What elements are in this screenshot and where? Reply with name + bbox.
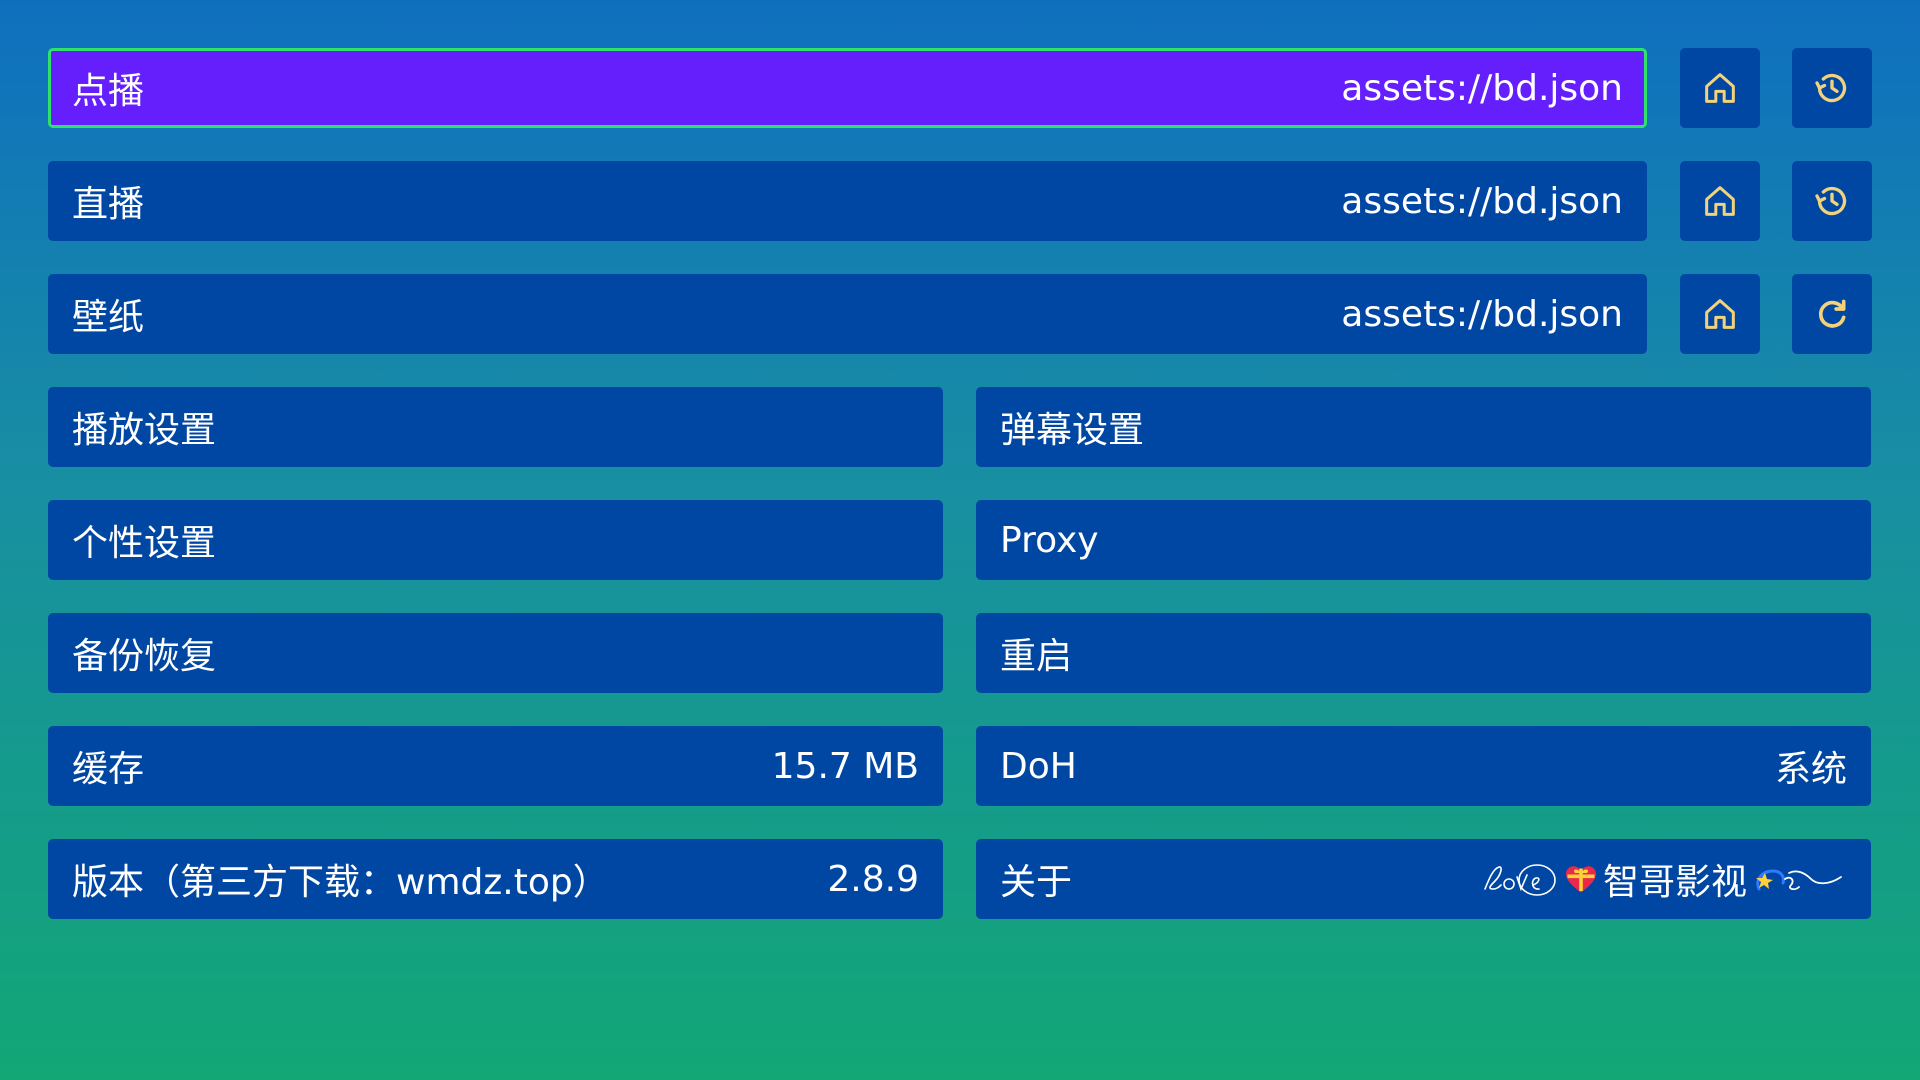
wallpaper-source-label: 壁纸	[72, 297, 145, 338]
gift-heart-icon	[1563, 861, 1599, 897]
live-history-button[interactable]	[1792, 161, 1872, 241]
sparkle-swirl-icon	[1751, 859, 1847, 899]
vod-history-button[interactable]	[1792, 48, 1872, 128]
backup-restore-button[interactable]: 备份恢复	[48, 613, 943, 693]
cache-value: 15.7 MB	[771, 745, 919, 787]
version-label: 版本（第三方下载：wmdz.top）	[72, 862, 609, 903]
vod-source-button[interactable]: 点播 assets://bd.json	[48, 48, 1647, 128]
refresh-icon	[1818, 299, 1846, 328]
proxy-button[interactable]: Proxy	[976, 500, 1871, 580]
personal-settings-label: 个性设置	[72, 523, 217, 564]
vod-source-label: 点播	[72, 71, 145, 112]
proxy-label: Proxy	[1000, 519, 1099, 561]
home-icon	[1705, 186, 1735, 216]
restart-label: 重启	[1000, 636, 1073, 677]
play-settings-label: 播放设置	[72, 410, 217, 451]
about-label: 关于	[1000, 862, 1073, 903]
wallpaper-refresh-button[interactable]	[1792, 274, 1872, 354]
live-source-label: 直播	[72, 184, 145, 225]
doh-button[interactable]: DoH 系统	[976, 726, 1871, 806]
personal-settings-button[interactable]: 个性设置	[48, 500, 943, 580]
vod-home-button[interactable]	[1680, 48, 1760, 128]
version-value: 2.8.9	[827, 858, 919, 900]
about-app-name: 智哥影视	[1602, 862, 1747, 903]
cache-label: 缓存	[72, 749, 145, 790]
history-icon	[1815, 73, 1847, 103]
restart-button[interactable]: 重启	[976, 613, 1871, 693]
danmaku-settings-label: 弹幕设置	[1000, 410, 1145, 451]
about-button[interactable]: 关于 智哥影视	[976, 839, 1871, 919]
live-source-button[interactable]: 直播 assets://bd.json	[48, 161, 1647, 241]
about-value: 智哥影视	[1479, 853, 1847, 905]
danmaku-settings-button[interactable]: 弹幕设置	[976, 387, 1871, 467]
history-icon	[1815, 186, 1847, 216]
cache-button[interactable]: 缓存 15.7 MB	[48, 726, 943, 806]
wallpaper-home-button[interactable]	[1680, 274, 1760, 354]
live-home-button[interactable]	[1680, 161, 1760, 241]
wallpaper-source-button[interactable]: 壁纸 assets://bd.json	[48, 274, 1647, 354]
doh-label: DoH	[1000, 745, 1077, 787]
live-source-value: assets://bd.json	[1341, 180, 1623, 222]
love-script-icon	[1479, 859, 1559, 899]
home-icon	[1705, 299, 1735, 329]
wallpaper-source-value: assets://bd.json	[1341, 293, 1623, 335]
home-icon	[1705, 73, 1735, 103]
version-button[interactable]: 版本（第三方下载：wmdz.top） 2.8.9	[48, 839, 943, 919]
play-settings-button[interactable]: 播放设置	[48, 387, 943, 467]
backup-restore-label: 备份恢复	[72, 636, 217, 677]
vod-source-value: assets://bd.json	[1341, 67, 1623, 109]
doh-value: 系统	[1774, 749, 1847, 790]
